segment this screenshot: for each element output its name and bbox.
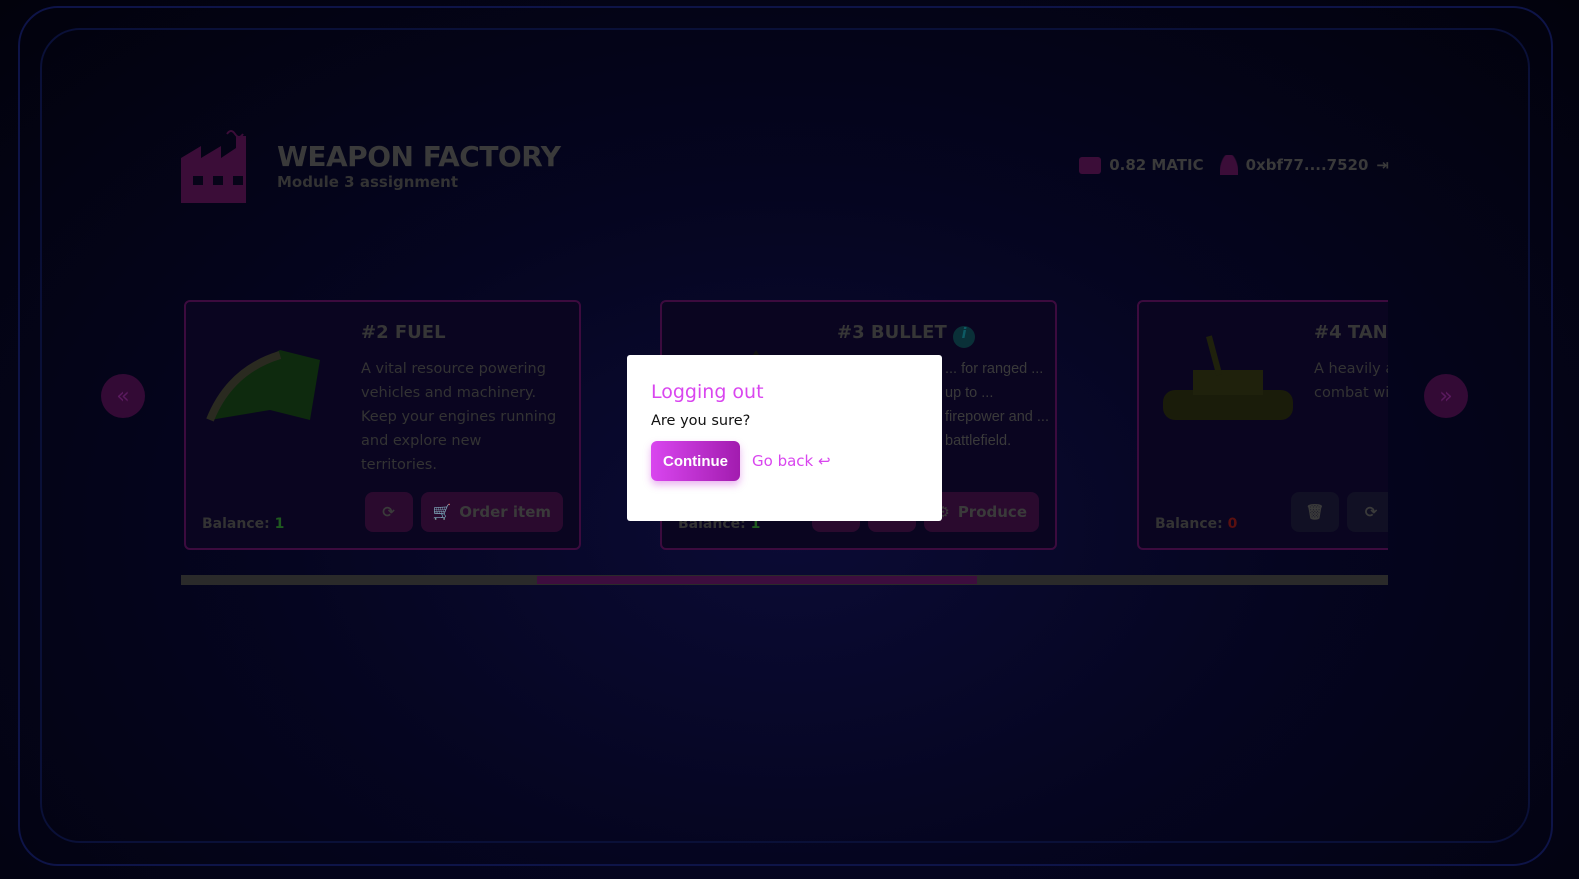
balance: Balance: 1 — [202, 516, 284, 532]
factory-icon — [181, 130, 246, 203]
card-title: #4 TANK — [1314, 322, 1388, 343]
user-icon — [1219, 155, 1238, 175]
balance-label: Balance: — [1155, 516, 1223, 532]
item-card-fuel: #2 FUEL A vital resource powering vehicl… — [184, 300, 581, 550]
card-title: #2 FUEL — [361, 322, 446, 343]
trash-icon: 🗑 — [1305, 503, 1325, 521]
balance: Balance: 0 — [1155, 516, 1237, 532]
fuel-nozzle-image — [206, 350, 320, 422]
card-title: #3 BULLET i — [837, 322, 976, 348]
card-description: A vital resource powering vehicles and m… — [361, 361, 557, 473]
tank-image — [1163, 335, 1293, 420]
cart-icon: 🛒 — [432, 503, 452, 521]
balance-value: 0 — [1227, 516, 1238, 532]
carousel-prev-button[interactable]: « — [101, 374, 145, 418]
header: WEAPON FACTORY Module 3 assignment — [181, 128, 561, 203]
wallet-address: 0xbf77....7520 — [1245, 156, 1369, 174]
produce-label: Produce — [957, 503, 1027, 521]
order-item-label: Order item — [459, 503, 551, 521]
scrollbar-thumb[interactable] — [537, 576, 977, 584]
dialog-title: Logging out — [651, 381, 764, 403]
carousel-scrollbar[interactable] — [181, 575, 1388, 585]
wallet-icon — [1079, 156, 1102, 174]
continue-button[interactable]: Continue — [651, 441, 740, 481]
item-card-tank: #4 TANK A heavily a... designed f... com… — [1137, 300, 1388, 550]
logout-dialog: Logging out Are you sure? Continue Go ba… — [627, 355, 942, 521]
chevrons-left-icon: « — [116, 383, 130, 409]
matic-balance: 0.82 MATIC — [1109, 156, 1204, 174]
app-title: WEAPON FACTORY — [277, 140, 561, 173]
card-description: A heavily a... designed f... combat wit.… — [1314, 361, 1388, 401]
refresh-button[interactable]: ⟳ — [364, 492, 413, 532]
order-item-button[interactable]: 🛒 Order item — [420, 492, 563, 532]
refresh-icon: ⟳ — [382, 503, 395, 521]
balance-label: Balance: — [202, 516, 270, 532]
go-back-link[interactable]: Go back ↩ — [752, 452, 831, 470]
logout-icon[interactable]: ⇥ — [1376, 156, 1389, 174]
app-subtitle: Module 3 assignment — [277, 173, 459, 191]
balance-value: 1 — [274, 516, 285, 532]
refresh-icon: ⟳ — [1364, 503, 1378, 521]
info-icon[interactable]: i — [953, 326, 976, 348]
chevrons-right-icon: » — [1439, 383, 1453, 409]
card-description: ... for ranged ... up to ... firepower a… — [945, 361, 1049, 449]
carousel-next-button[interactable]: » — [1424, 374, 1468, 418]
delete-button[interactable]: 🗑 — [1291, 492, 1339, 532]
wallet-info: 0.82 MATIC 0xbf77....7520 ⇥ — [1079, 155, 1389, 175]
refresh-button[interactable]: ⟳ — [1347, 492, 1388, 532]
dialog-message: Are you sure? — [651, 413, 751, 429]
card-title-text: #3 BULLET — [837, 322, 947, 343]
